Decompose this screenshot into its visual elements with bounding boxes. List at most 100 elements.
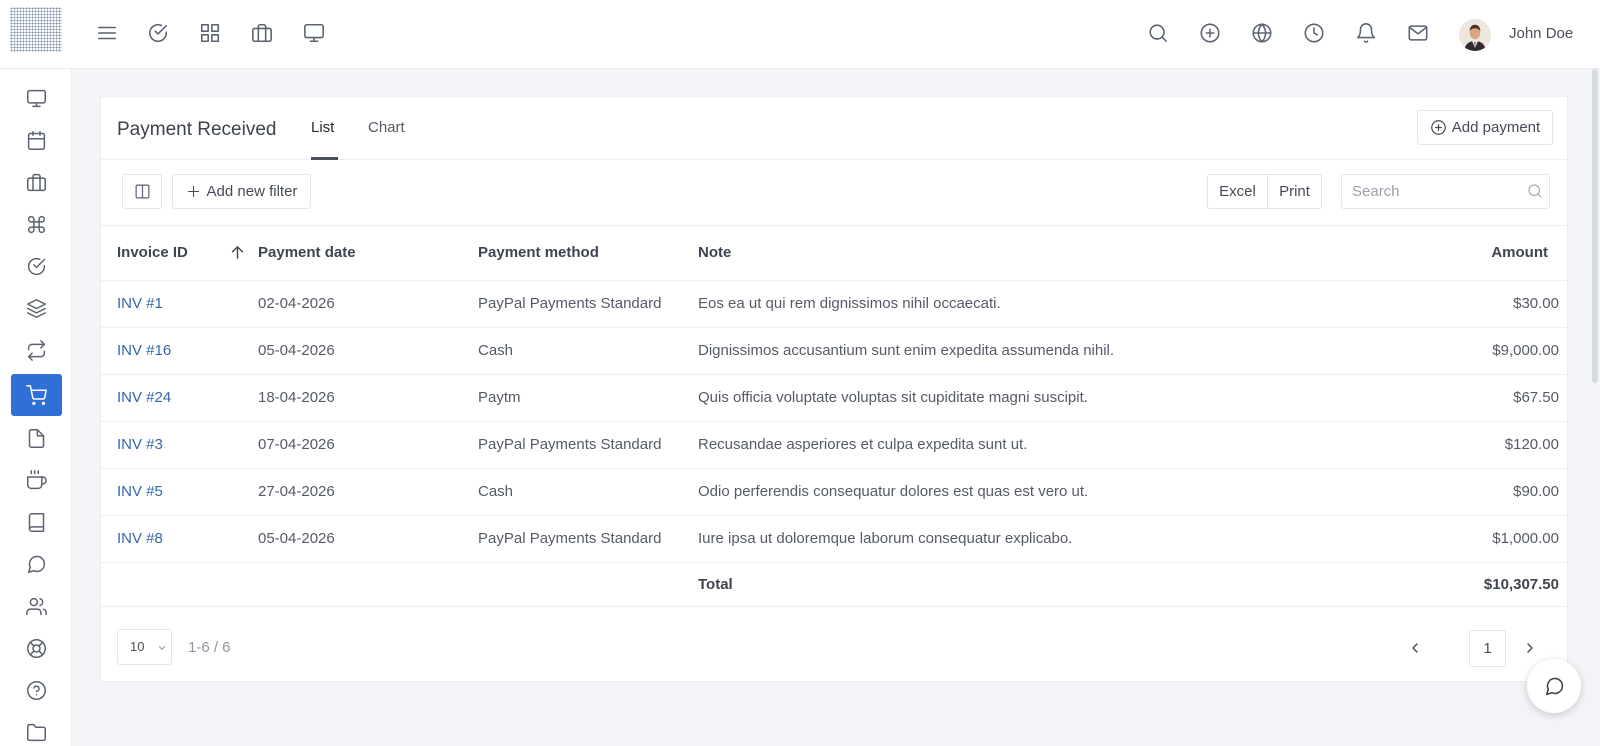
invoice-link[interactable]: INV #5 xyxy=(117,483,163,500)
payment-note: Iure ipsa ut doloremque laborum consequa… xyxy=(698,515,1398,563)
payment-amount: $9,000.00 xyxy=(1398,327,1569,375)
table-footer: 10 1-6 / 6 1 xyxy=(101,612,1567,682)
invoice-link[interactable]: INV #16 xyxy=(117,342,171,359)
page-number-button[interactable]: 1 xyxy=(1469,630,1506,667)
payment-amount: $120.00 xyxy=(1398,421,1569,469)
search-input[interactable] xyxy=(1342,175,1522,208)
briefcase-icon xyxy=(27,173,46,191)
layers-icon xyxy=(27,298,46,318)
check-circle-icon xyxy=(27,257,46,275)
payment-method: PayPal Payments Standard xyxy=(478,421,698,469)
sidebar-item-knowledge[interactable] xyxy=(11,501,62,543)
column-header-payment-method[interactable]: Payment method xyxy=(478,226,698,281)
user-name[interactable]: John Doe xyxy=(1509,25,1573,42)
sidebar-item-help[interactable] xyxy=(11,669,62,711)
menu-icon[interactable] xyxy=(94,20,120,46)
search-icon[interactable] xyxy=(1526,182,1544,200)
column-header-payment-date[interactable]: Payment date xyxy=(258,226,478,281)
print-button[interactable]: Print xyxy=(1267,174,1322,209)
clock-icon[interactable] xyxy=(1301,20,1327,46)
globe-icon[interactable] xyxy=(1249,20,1275,46)
payment-date: 18-04-2026 xyxy=(258,374,478,422)
bell-icon[interactable] xyxy=(1353,20,1379,46)
table-toolbar: Add new filter Excel Print xyxy=(101,160,1567,226)
add-filter-button[interactable]: Add new filter xyxy=(172,174,311,209)
payment-note: Quis officia voluptate voluptas sit cupi… xyxy=(698,374,1398,422)
page-range: 1-6 / 6 xyxy=(188,639,231,656)
life-buoy-icon xyxy=(27,638,46,658)
folder-icon xyxy=(27,723,46,741)
users-icon xyxy=(26,597,47,615)
sidebar-item-coffee[interactable] xyxy=(11,459,62,501)
mail-icon[interactable] xyxy=(1405,20,1431,46)
table-row: INV #8 05-04-2026 PayPal Payments Standa… xyxy=(101,515,1569,563)
sidebar-item-dashboard[interactable] xyxy=(11,77,62,119)
sidebar-item-sales[interactable] xyxy=(11,374,62,416)
sidebar-item-command[interactable] xyxy=(11,203,62,245)
sidebar-item-files[interactable] xyxy=(11,711,62,746)
sidebar-item-messages[interactable] xyxy=(11,543,62,585)
plus-circle-icon[interactable] xyxy=(1197,20,1223,46)
command-icon xyxy=(27,215,46,233)
monitor-icon xyxy=(27,89,46,107)
payment-note: Eos ea ut qui rem dignissimos nihil occa… xyxy=(698,280,1398,328)
book-icon xyxy=(28,512,45,532)
chat-button[interactable] xyxy=(1527,659,1581,713)
tab-chart[interactable]: Chart xyxy=(368,119,405,159)
sidebar-item-transfers[interactable] xyxy=(11,329,62,371)
monitor-icon[interactable] xyxy=(301,20,327,46)
add-filter-label: Add new filter xyxy=(206,183,298,200)
chevron-left-icon[interactable] xyxy=(1407,640,1423,656)
card-header: Payment Received List Chart Add payment xyxy=(101,97,1567,160)
page-size-select[interactable]: 10 xyxy=(117,629,172,665)
invoice-link[interactable]: INV #3 xyxy=(117,436,163,453)
sidebar-item-support[interactable] xyxy=(11,627,62,669)
file-icon xyxy=(28,428,45,448)
page-size-value: 10 xyxy=(130,639,145,654)
avatar[interactable] xyxy=(1459,19,1491,51)
table-row: INV #16 05-04-2026 Cash Dignissimos accu… xyxy=(101,327,1569,375)
sidebar-item-tasks[interactable] xyxy=(11,245,62,287)
payments-table: Invoice ID Payment date Payment method N… xyxy=(101,226,1569,607)
sort-ascending-icon[interactable] xyxy=(229,244,246,261)
page-scrollbar[interactable] xyxy=(1590,69,1600,731)
excel-button[interactable]: Excel xyxy=(1207,174,1268,209)
sidebar-item-documents[interactable] xyxy=(11,417,62,459)
payment-amount: $1,000.00 xyxy=(1398,515,1569,563)
search-icon[interactable] xyxy=(1145,20,1171,46)
table-row: INV #24 18-04-2026 Paytm Quis officia vo… xyxy=(101,374,1569,422)
table-header-row: Invoice ID Payment date Payment method N… xyxy=(101,226,1569,281)
column-header-amount[interactable]: Amount xyxy=(1398,226,1569,281)
payment-amount: $90.00 xyxy=(1398,468,1569,516)
sidebar-item-projects[interactable] xyxy=(11,161,62,203)
column-header-invoice[interactable]: Invoice ID xyxy=(101,226,258,281)
chevron-right-icon[interactable] xyxy=(1522,640,1538,656)
message-icon xyxy=(1545,677,1563,695)
scrollbar-thumb[interactable] xyxy=(1592,69,1598,383)
briefcase-icon[interactable] xyxy=(249,20,275,46)
payment-date: 02-04-2026 xyxy=(258,280,478,328)
invoice-link[interactable]: INV #24 xyxy=(117,389,171,406)
total-label: Total xyxy=(698,562,1398,607)
invoice-link[interactable]: INV #1 xyxy=(117,295,163,312)
tab-list[interactable]: List xyxy=(311,119,334,159)
sidebar-item-team[interactable] xyxy=(11,585,62,627)
column-header-note[interactable]: Note xyxy=(698,226,1398,281)
page-title: Payment Received xyxy=(117,119,277,140)
invoice-link[interactable]: INV #8 xyxy=(117,530,163,547)
add-payment-button[interactable]: Add payment xyxy=(1417,110,1553,145)
app-logo[interactable] xyxy=(10,7,62,52)
payment-date: 05-04-2026 xyxy=(258,515,478,563)
payment-amount: $30.00 xyxy=(1398,280,1569,328)
check-circle-icon[interactable] xyxy=(145,20,171,46)
sidebar-item-layers[interactable] xyxy=(11,287,62,329)
plus-circle-icon xyxy=(1430,120,1446,135)
column-toggle-button[interactable] xyxy=(122,174,162,209)
payment-note: Recusandae asperiores et culpa expedita … xyxy=(698,421,1398,469)
payments-card: Payment Received List Chart Add payment … xyxy=(100,96,1569,682)
calendar-icon xyxy=(27,130,46,150)
table-row: INV #5 27-04-2026 Cash Odio perferendis … xyxy=(101,468,1569,516)
sidebar-item-calendar[interactable] xyxy=(11,119,62,161)
payment-note: Dignissimos accusantium sunt enim expedi… xyxy=(698,327,1398,375)
grid-icon[interactable] xyxy=(197,20,223,46)
